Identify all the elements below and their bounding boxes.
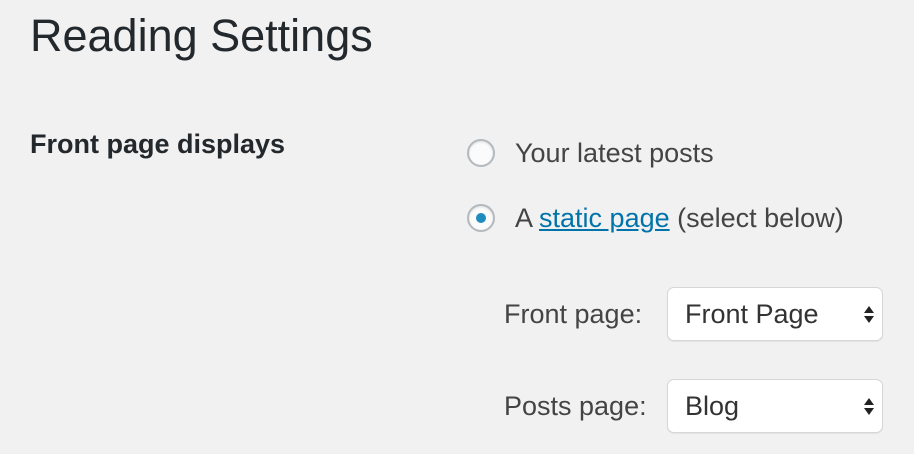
radio-latest-posts[interactable]	[467, 139, 495, 167]
static-page-link[interactable]: static page	[539, 203, 670, 233]
front-page-select-row: Front page: Front Page	[504, 287, 883, 341]
front-page-displays-label: Front page displays	[30, 129, 286, 159]
front-page-select-label: Front page:	[504, 299, 643, 329]
front-page-select-value: Front Page	[685, 298, 819, 329]
radio-static-page[interactable]	[467, 204, 495, 232]
posts-page-select-row: Posts page: Blog	[504, 379, 883, 433]
radio-static-page-option[interactable]: A static page (select below)	[467, 198, 844, 238]
up-down-chevron-icon	[864, 305, 874, 323]
radio-latest-posts-option[interactable]: Your latest posts	[467, 133, 714, 173]
radio-static-page-label[interactable]: A static page (select below)	[515, 200, 844, 236]
radio-checked-dot	[476, 213, 486, 223]
radio-latest-posts-label[interactable]: Your latest posts	[515, 135, 714, 171]
up-down-chevron-icon	[864, 397, 874, 415]
radio-static-page-prefix: A	[515, 203, 540, 233]
posts-page-select[interactable]: Blog	[667, 379, 883, 433]
page-title: Reading Settings	[30, 10, 373, 61]
posts-page-select-label: Posts page:	[504, 391, 647, 421]
radio-static-page-suffix: (select below)	[669, 203, 844, 233]
front-page-select[interactable]: Front Page	[667, 287, 883, 341]
posts-page-select-value: Blog	[685, 390, 740, 421]
